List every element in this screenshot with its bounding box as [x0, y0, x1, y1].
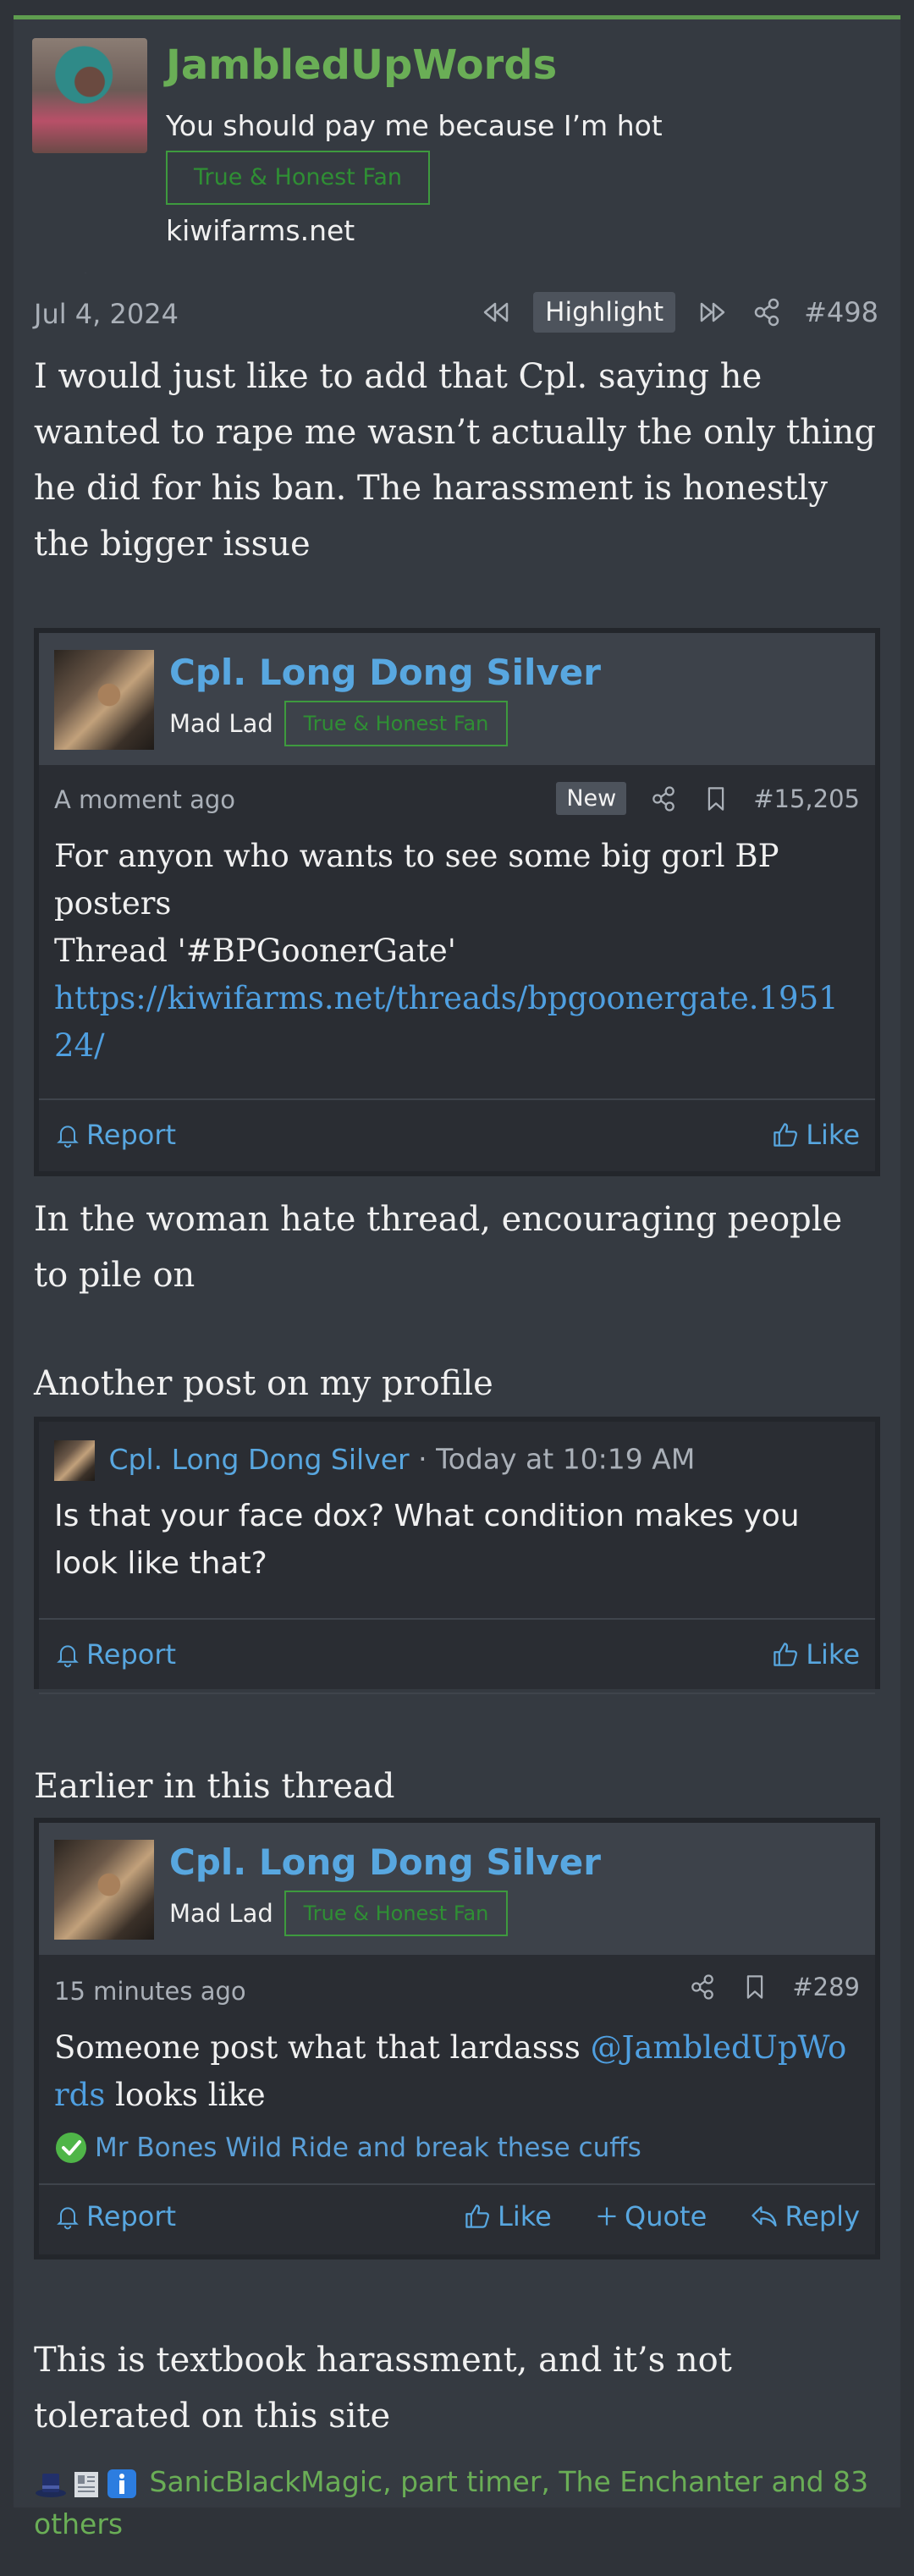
quoted-post-1: Cpl. Long Dong Silver Mad Lad True & Hon…: [34, 628, 880, 1176]
quote-post-number[interactable]: #289: [792, 1973, 860, 2001]
user-site: kiwifarms.net: [166, 214, 355, 247]
like-label: Like: [498, 2200, 552, 2232]
fast-forward-icon[interactable]: [696, 295, 730, 329]
plus-icon: [597, 2207, 616, 2226]
quote-text: For anyon who wants to see some big gorl…: [54, 833, 850, 1070]
post-paragraph-5: This is textbook harassment, and it’s no…: [34, 2341, 732, 2436]
page: JambledUpWords You should pay me because…: [0, 0, 914, 2576]
like-button[interactable]: Like: [770, 1638, 860, 1671]
profile-post-text: Is that your face dox? What condition ma…: [54, 1499, 800, 1581]
quote-avatar[interactable]: [54, 650, 154, 750]
quote-line-2: Thread '#BPGoonerGate': [54, 933, 456, 969]
post-paragraph-2: In the woman hate thread, encouraging pe…: [34, 1200, 843, 1295]
user-title: You should pay me because I’m hot: [166, 109, 663, 142]
profile-post-username[interactable]: Cpl. Long Dong Silver: [109, 1443, 410, 1476]
post-paragraph-3: Another post on my profile: [34, 1364, 493, 1403]
quote-avatar[interactable]: [54, 1840, 154, 1940]
highlight-button[interactable]: Highlight: [533, 292, 676, 333]
separator: ·: [409, 1442, 437, 1476]
bell-icon: [57, 2207, 79, 2230]
post-paragraph-1: I would just like to add that Cpl. sayin…: [34, 357, 876, 564]
bell-icon: [57, 1126, 79, 1148]
quoted-profile-post: Cpl. Long Dong Silver · Today at 10:19 A…: [34, 1417, 880, 1694]
quote-text-before: Someone post what that lardasss: [54, 2029, 591, 2066]
post-date[interactable]: Jul 4, 2024: [34, 298, 179, 330]
rewind-icon[interactable]: [479, 295, 513, 329]
quote-user-badge: True & Honest Fan: [284, 701, 508, 746]
quote-actions: New #15,205: [556, 782, 860, 815]
post-user-header: JambledUpWords You should pay me because…: [14, 19, 900, 273]
info-emoji: [107, 2469, 136, 2498]
report-button[interactable]: Report: [54, 1638, 176, 1671]
post-reactions[interactable]: SanicBlackMagic, part timer, The Enchant…: [34, 2461, 880, 2546]
like-button[interactable]: Like: [770, 1119, 860, 1151]
share-icon[interactable]: [648, 784, 679, 814]
thread-link[interactable]: https://kiwifarms.net/threads/bpgoonerga…: [54, 975, 850, 1070]
quote-username[interactable]: Cpl. Long Dong Silver: [169, 1841, 601, 1883]
quote-time[interactable]: A moment ago: [54, 785, 235, 814]
quote-header: Cpl. Long Dong Silver Mad Lad True & Hon…: [39, 1823, 875, 1955]
reaction-names[interactable]: SanicBlackMagic, part timer, The Enchant…: [34, 2465, 868, 2540]
quote-user-badge: True & Honest Fan: [284, 1891, 508, 1936]
quote-header: Cpl. Long Dong Silver Mad Lad True & Hon…: [39, 633, 875, 765]
profile-post-time[interactable]: Today at 10:19 AM: [436, 1443, 695, 1476]
bell-icon: [57, 1645, 79, 1668]
quote-reaction-summary[interactable]: Mr Bones Wild Ride and break these cuffs: [54, 2131, 641, 2165]
report-label: Report: [86, 1638, 177, 1671]
quote-footer: Report Like Quote Reply: [39, 2183, 875, 2260]
like-button[interactable]: Like: [462, 2200, 552, 2232]
check-circle-icon: [56, 2133, 86, 2163]
quote-user-title: Mad Lad: [169, 709, 273, 738]
quote-user-title: Mad Lad: [169, 1899, 273, 1928]
bookmark-icon[interactable]: [701, 784, 731, 814]
quote-label: Quote: [625, 2200, 708, 2232]
quote-button[interactable]: Quote: [594, 2200, 707, 2232]
quote-text: Someone post what that lardasss @Jambled…: [54, 2024, 850, 2119]
username[interactable]: JambledUpWords: [166, 41, 557, 89]
report-label: Report: [86, 2200, 177, 2232]
bookmark-icon[interactable]: [740, 1972, 770, 2002]
post-actions: Highlight #498: [479, 291, 878, 333]
quote-time[interactable]: 15 minutes ago: [54, 1977, 246, 2006]
report-label: Report: [86, 1119, 177, 1151]
user-badge: True & Honest Fan: [166, 151, 430, 205]
post-paragraph-4: Earlier in this thread: [34, 1767, 395, 1806]
report-button[interactable]: Report: [54, 2200, 176, 2232]
quote-post-number[interactable]: #15,205: [753, 784, 860, 813]
thumbs-up-icon: [774, 1123, 798, 1147]
new-badge: New: [556, 782, 627, 815]
quote-text-after: looks like: [105, 2077, 266, 2113]
share-icon[interactable]: [687, 1972, 718, 2002]
quote-reaction-text: Mr Bones Wild Ride and break these cuffs: [95, 2133, 641, 2163]
post-number[interactable]: #498: [804, 296, 878, 328]
thumbs-up-icon: [774, 1643, 798, 1666]
share-icon[interactable]: [750, 295, 784, 329]
profile-post-header: Cpl. Long Dong Silver · Today at 10:19 A…: [54, 1440, 695, 1481]
reply-label: Reply: [785, 2200, 860, 2232]
reply-icon: [752, 2206, 777, 2226]
mini-avatar[interactable]: [54, 1440, 95, 1481]
report-button[interactable]: Report: [54, 1119, 176, 1151]
like-label: Like: [806, 1638, 860, 1671]
newspaper-emoji: [74, 2471, 98, 2497]
reply-button[interactable]: Reply: [749, 2200, 860, 2232]
quoted-post-2: Cpl. Long Dong Silver Mad Lad True & Hon…: [34, 1818, 880, 2260]
thumbs-up-icon: [465, 2204, 489, 2228]
quote-actions: #289: [687, 1972, 860, 2002]
quote-line-1: For anyon who wants to see some big gorl…: [54, 838, 779, 922]
like-label: Like: [806, 1119, 860, 1151]
quote-footer: Report Like: [39, 1098, 875, 1175]
avatar[interactable]: [32, 38, 147, 153]
top-hat-emoji: [36, 2473, 66, 2497]
profile-post-footer: Report Like: [39, 1618, 875, 1694]
quote-username[interactable]: Cpl. Long Dong Silver: [169, 652, 601, 693]
